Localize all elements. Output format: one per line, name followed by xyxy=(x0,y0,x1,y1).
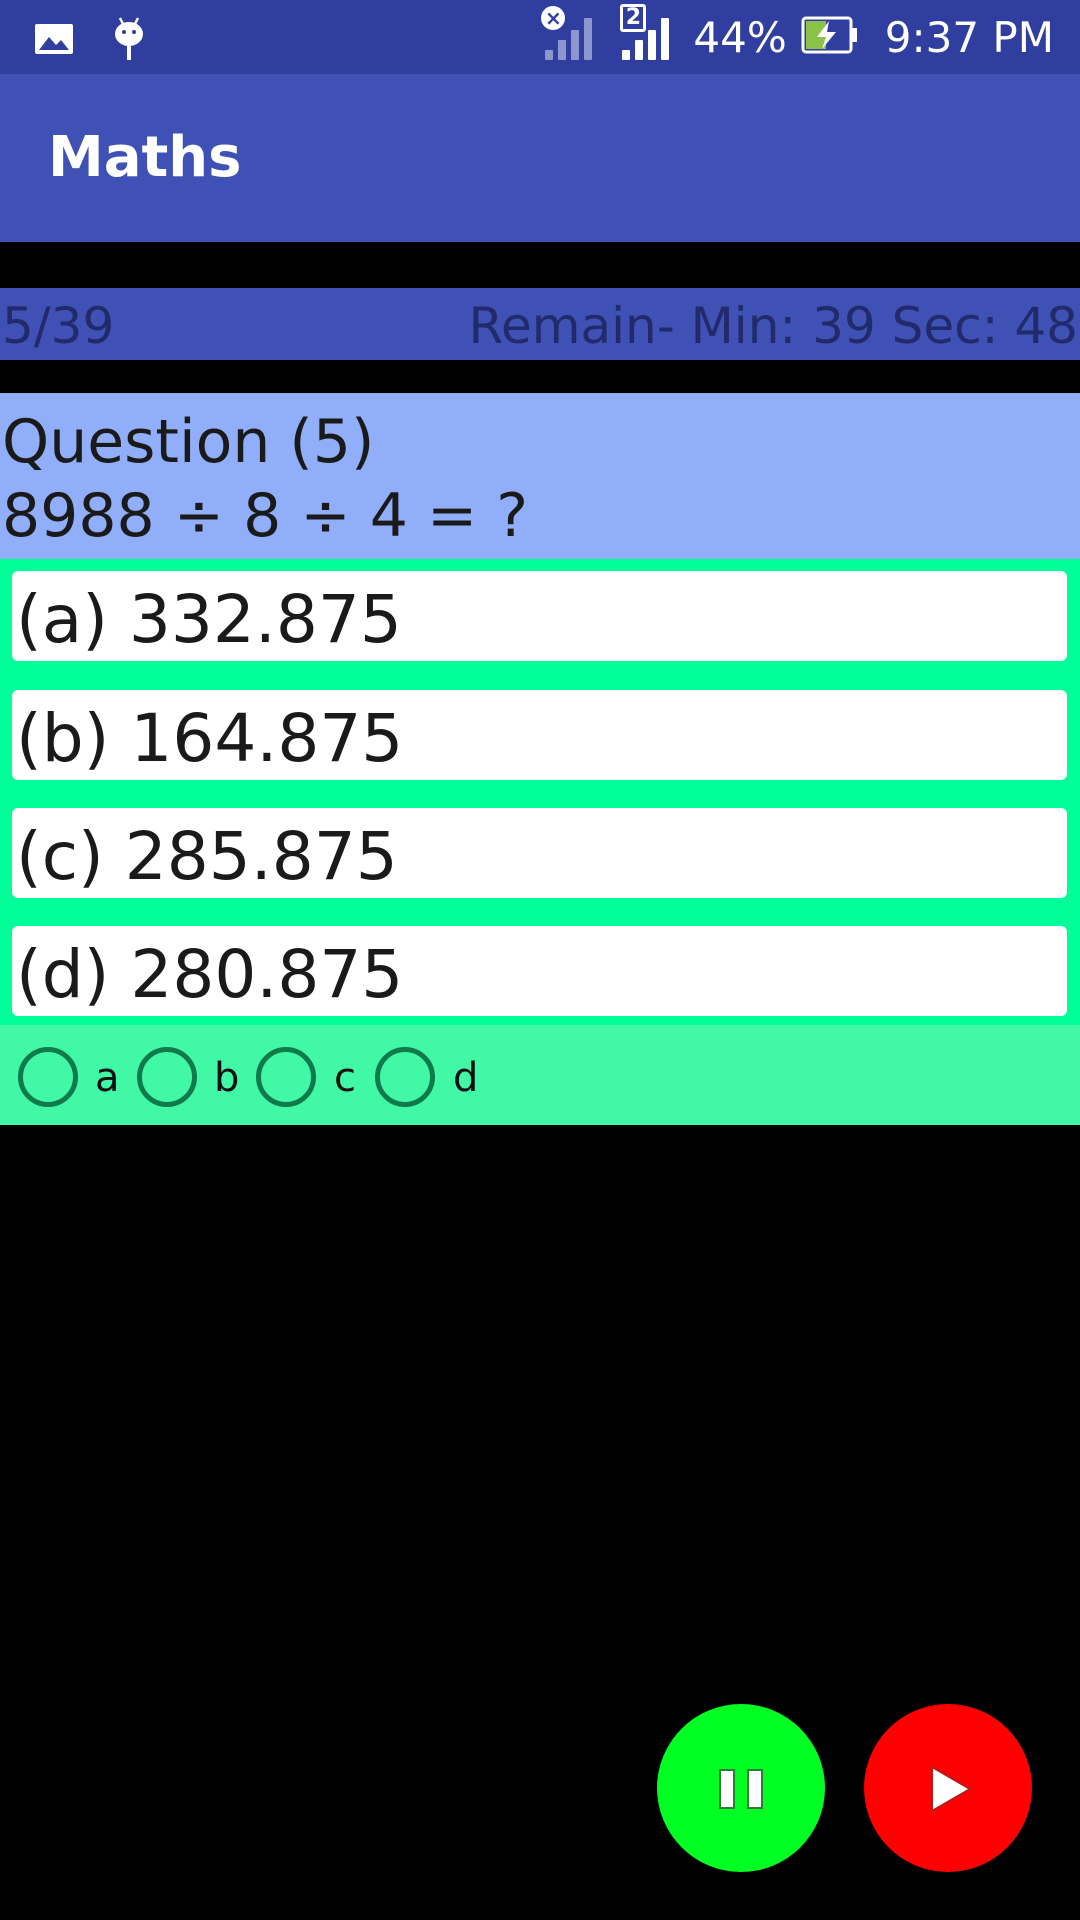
option-label: (c) 285.875 xyxy=(16,818,398,895)
question-counter: 5/39 xyxy=(2,297,115,355)
gallery-icon xyxy=(34,23,74,60)
next-button[interactable] xyxy=(864,1704,1032,1872)
time-remaining: Remain- Min: 39 Sec: 48 xyxy=(468,297,1078,355)
app-bar: Maths xyxy=(0,74,1080,242)
question-panel: Question (5) 8988 ÷ 8 ÷ 4 = ? xyxy=(0,393,1080,559)
question-text: 8988 ÷ 8 ÷ 4 = ? xyxy=(2,481,529,551)
option-label: (b) 164.875 xyxy=(16,700,404,777)
option-c[interactable]: (c) 285.875 xyxy=(12,808,1067,898)
battery-percent: 44% xyxy=(693,12,787,62)
option-label: (a) 332.875 xyxy=(16,581,402,658)
option-d[interactable]: (d) 280.875 xyxy=(12,926,1067,1016)
options-panel: (a) 332.875 (b) 164.875 (c) 285.875 (d) … xyxy=(0,559,1080,1025)
sim2-label: 2 xyxy=(620,4,647,32)
radio-label-a: a xyxy=(95,1055,120,1101)
status-bar: × 2 44% 9:37 PM xyxy=(0,0,1080,74)
pause-icon xyxy=(719,1769,763,1809)
option-b[interactable]: (b) 164.875 xyxy=(12,690,1067,780)
radio-label-d: d xyxy=(453,1055,479,1101)
signal-no-sim-icon: × xyxy=(541,6,593,60)
battery-charging-icon xyxy=(801,15,859,60)
radio-label-c: c xyxy=(334,1055,356,1101)
option-a[interactable]: (a) 332.875 xyxy=(12,571,1067,661)
radio-a[interactable] xyxy=(18,1047,78,1107)
clock: 9:37 PM xyxy=(884,12,1054,62)
app-title: Maths xyxy=(48,125,242,190)
android-debug-icon xyxy=(112,16,146,67)
question-title: Question (5) xyxy=(2,407,375,477)
pause-button[interactable] xyxy=(657,1704,825,1872)
signal-sim2-icon: 2 xyxy=(620,4,670,60)
radio-label-b: b xyxy=(214,1055,240,1101)
option-label: (d) 280.875 xyxy=(16,936,404,1013)
radio-c[interactable] xyxy=(256,1047,316,1107)
progress-bar: 5/39 Remain- Min: 39 Sec: 48 xyxy=(0,288,1080,360)
play-icon xyxy=(931,1765,972,1813)
answer-radio-group: a b c d xyxy=(0,1025,1080,1125)
radio-d[interactable] xyxy=(375,1047,435,1107)
radio-b[interactable] xyxy=(137,1047,197,1107)
